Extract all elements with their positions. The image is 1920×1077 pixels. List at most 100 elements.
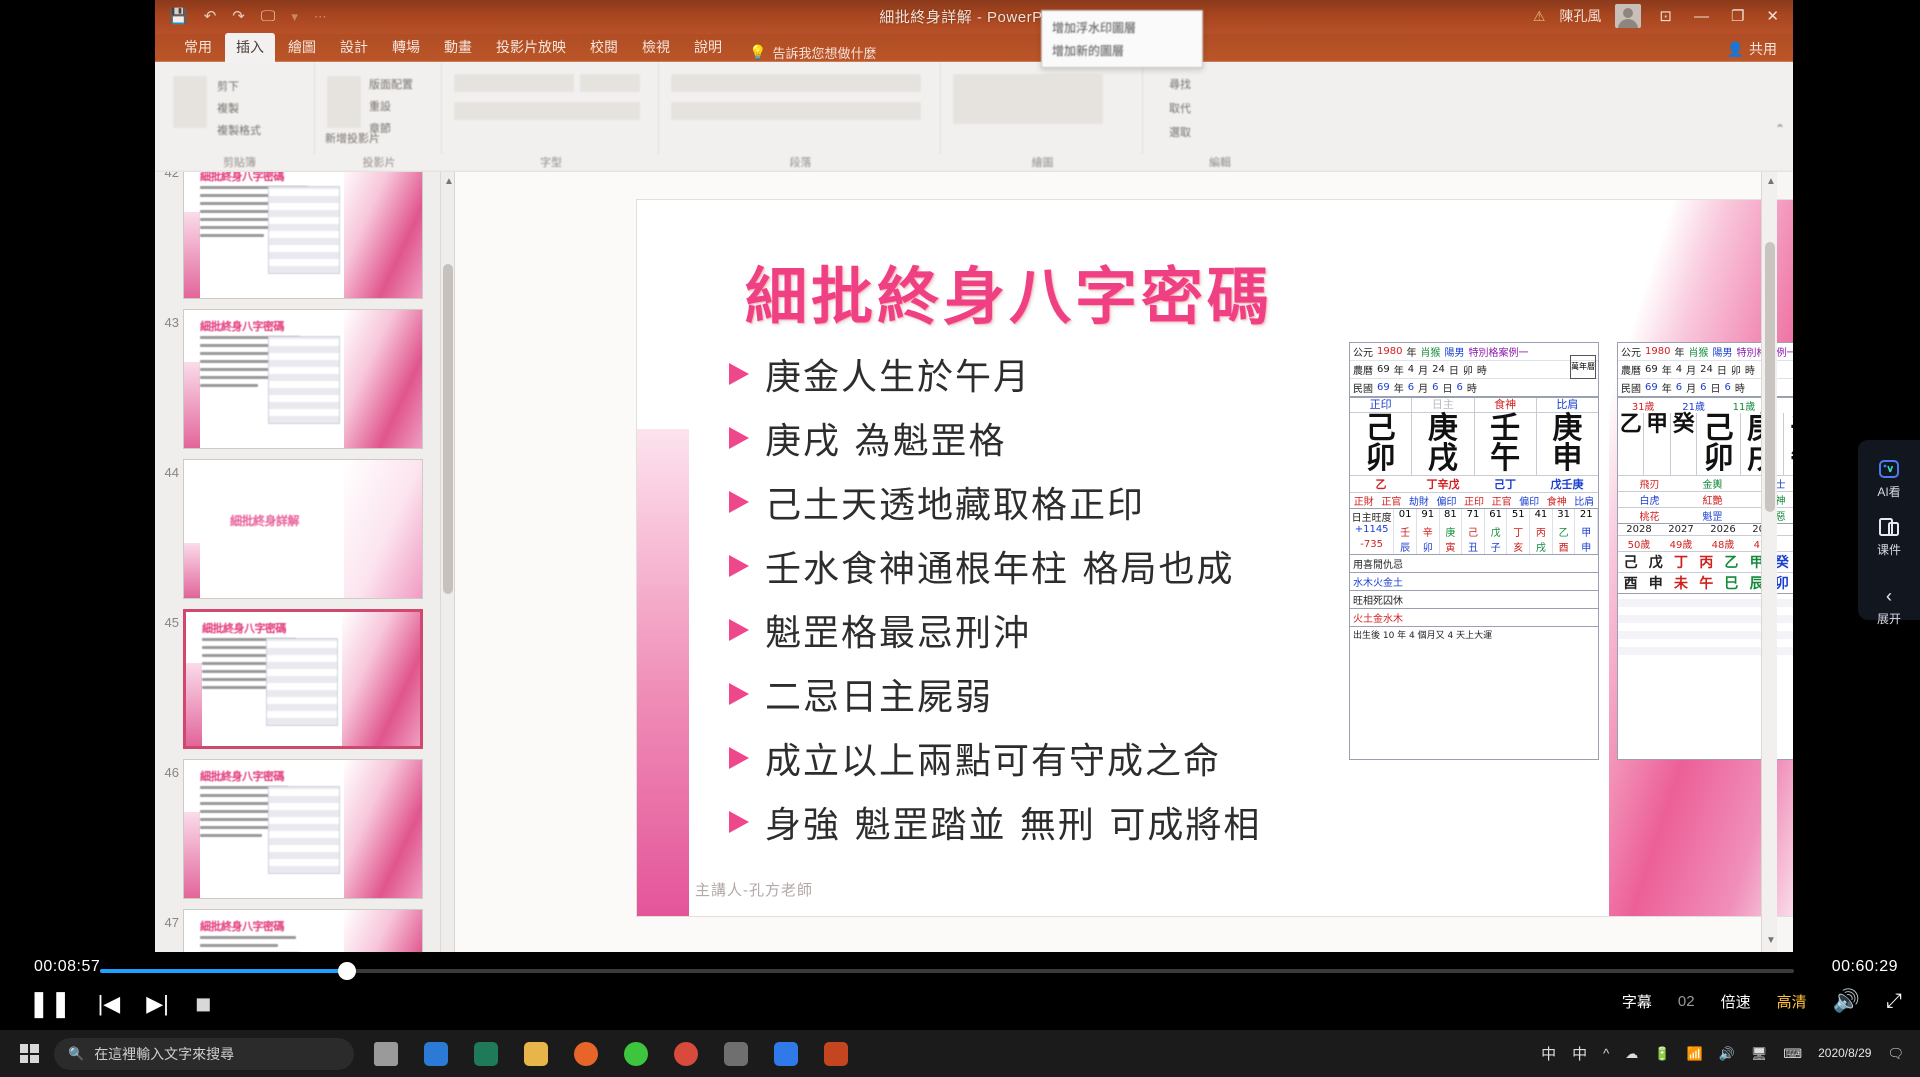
thumbnail-item-46[interactable]: 46 細批終身八字密碼 <box>155 754 454 904</box>
thumbnail-canvas[interactable]: 細批終身八字密碼 <box>183 759 423 899</box>
stop-button[interactable]: ◼ <box>195 991 212 1016</box>
tell-me-box[interactable]: 💡 告訴我您想做什麼 <box>749 43 876 62</box>
battery-icon[interactable]: 🔋 <box>1654 1046 1670 1062</box>
display-icon[interactable]: 🖥 <box>1751 1046 1768 1062</box>
ai-view-button[interactable]: AI看 <box>1877 452 1901 506</box>
ribbon-tab-1[interactable]: 插入 <box>225 33 275 62</box>
taskbar-app-chrome[interactable] <box>662 1033 710 1074</box>
ribbon-item-copy[interactable]: 複製 <box>217 100 239 116</box>
speed-button[interactable]: 倍速 <box>1721 991 1751 1012</box>
thumb-scroll-thumb[interactable] <box>443 264 453 594</box>
slide-thumbnail-pane[interactable]: 42 細批終身八字密碼 43 細批終身八字密碼 44 細批終身詳解 45 細批終… <box>155 172 455 968</box>
ribbon-tab-2[interactable]: 繪圖 <box>277 33 327 62</box>
notification-center-icon[interactable]: 🗨 <box>1887 1046 1904 1062</box>
ribbon-group-clipboard[interactable]: 剪下 複製 複製格式 剪貼簿 <box>165 62 315 169</box>
thumbnail-item-45[interactable]: 45 細批終身八字密碼 <box>155 604 454 754</box>
collapse-ribbon-icon[interactable]: ⌃ <box>1775 122 1785 136</box>
user-name[interactable]: 陳孔風 <box>1559 6 1601 26</box>
ribbon-item-format-painter[interactable]: 複製格式 <box>217 122 261 138</box>
share-button[interactable]: 👤 共用 <box>1727 39 1777 59</box>
restore-button[interactable]: ❐ <box>1727 7 1748 25</box>
ribbon-group-drawing[interactable]: 繪圖 <box>943 62 1143 169</box>
ribbon-tab-0[interactable]: 常用 <box>173 33 223 62</box>
taskbar-app-file-explorer[interactable] <box>512 1033 560 1074</box>
thumbnail-canvas[interactable]: 細批終身詳解 <box>183 459 423 599</box>
thumbnail-canvas[interactable]: 細批終身八字密碼 <box>183 309 423 449</box>
ai-sidebar[interactable]: AI看 课件 ‹ 展开 <box>1858 440 1920 626</box>
tray-overflow-icon[interactable]: ^ <box>1603 1046 1609 1061</box>
thumbnail-canvas[interactable]: 細批終身八字密碼 <box>183 172 423 299</box>
ribbon-item-reset[interactable]: 重設 <box>369 98 391 114</box>
windows-taskbar[interactable]: 🔍 在這裡輸入文字來搜尋 中 中 ^ ☁ 🔋 📶 🔊 🖥 ⌨ 2020/8/29… <box>0 1030 1920 1077</box>
stage-scroll-thumb[interactable] <box>1765 242 1775 512</box>
taskbar-app-powerpoint[interactable] <box>812 1033 860 1074</box>
ribbon-tab-4[interactable]: 轉場 <box>381 33 431 62</box>
taskbar-app-store[interactable] <box>462 1033 510 1074</box>
bazi-chart-1[interactable]: 公元 1980 年 肖猴 陽男 特別格案例一 農曆 69 年 4 月 24 日 … <box>1349 342 1599 760</box>
playback-controls[interactable]: ❚❚ |◀ ▶| ◼ <box>28 988 211 1019</box>
minimize-button[interactable]: — <box>1690 8 1713 25</box>
slide-scrollbar[interactable]: ▲ ▼ <box>1761 172 1777 968</box>
taskbar-clock-date[interactable]: 2020/8/29 <box>1818 1046 1871 1061</box>
taskbar-app-acrobat[interactable] <box>712 1033 760 1074</box>
ribbon-tab-bar[interactable]: 常用 插入 繪圖 設計 轉場 動畫 投影片放映 校閱 檢視 說明 💡 告訴我您想… <box>155 33 1793 62</box>
thumbnail-item-44[interactable]: 44 細批終身詳解 <box>155 454 454 604</box>
player-right-controls[interactable]: 字幕 02 倍速 高清 🔊 ⤢ <box>1622 988 1902 1014</box>
stage-scroll-down-icon[interactable]: ▼ <box>1766 935 1776 946</box>
layer-popup-menu[interactable]: 增加浮水印圖層 增加新的圖層 <box>1041 10 1203 68</box>
popup-line-1[interactable]: 增加浮水印圖層 <box>1052 17 1192 40</box>
taskbar-app-firefox[interactable] <box>562 1033 610 1074</box>
ribbon-tab-3[interactable]: 設計 <box>329 33 379 62</box>
keyboard-icon[interactable]: ⌨ <box>1783 1046 1802 1062</box>
calendar-badge[interactable]: 萬年曆 <box>1570 355 1596 379</box>
ribbon-item-select[interactable]: 選取 <box>1169 124 1191 140</box>
thumbnail-item-42[interactable]: 42 細批終身八字密碼 <box>155 172 454 304</box>
ribbon-group-slides[interactable]: 新增投影片 版面配置 重設 章節 投影片 <box>317 62 442 169</box>
start-button[interactable] <box>6 1030 52 1077</box>
expand-sidebar-button[interactable]: ‹ 展开 <box>1877 580 1901 633</box>
popup-line-2[interactable]: 增加新的圖層 <box>1052 40 1192 63</box>
slide-bullet-list[interactable]: 庚金人生於午月 庚戌 為魁罡格 己土天透地藏取格正印 壬水食神通根年柱 格局也成… <box>729 348 1261 860</box>
thumbnail-scrollbar[interactable]: ▲ ▼ <box>440 172 454 968</box>
ribbon-tab-7[interactable]: 校閱 <box>579 33 629 62</box>
current-slide[interactable]: 細批終身八字密碼 庚金人生於午月 庚戌 為魁罡格 己土天透地藏取格正印 壬水食神… <box>637 200 1793 916</box>
ribbon-group-font[interactable]: 字型 <box>444 62 659 169</box>
progress-handle[interactable] <box>338 962 357 980</box>
slide-title[interactable]: 細批終身八字密碼 <box>745 246 1273 336</box>
progress-track[interactable] <box>100 962 1794 980</box>
ribbon-item-section[interactable]: 章節 <box>369 120 391 136</box>
taskbar-app-wechat[interactable] <box>612 1033 660 1074</box>
taskbar-app-list[interactable] <box>362 1033 860 1074</box>
quality-button[interactable]: 高清 <box>1777 991 1807 1012</box>
ribbon-group-paragraph[interactable]: 段落 <box>661 62 941 169</box>
video-player-controls[interactable]: 00:08:57 00:60:29 ❚❚ |◀ ▶| ◼ 字幕 02 倍速 高清… <box>0 952 1920 1030</box>
courseware-button[interactable]: 课件 <box>1877 510 1901 564</box>
ribbon-group-editing[interactable]: 尋找 取代 選取 編輯 <box>1145 62 1295 169</box>
ime-indicator[interactable]: 中 <box>1541 1043 1556 1064</box>
volume-tray-icon[interactable]: 🔊 <box>1719 1046 1735 1062</box>
pause-button[interactable]: ❚❚ <box>28 988 72 1019</box>
thumbnail-canvas-selected[interactable]: 細批終身八字密碼 <box>183 609 423 749</box>
fullscreen-icon[interactable]: ⤢ <box>1886 990 1902 1013</box>
ribbon-item-cut[interactable]: 剪下 <box>217 78 239 94</box>
system-tray[interactable]: 中 中 ^ ☁ 🔋 📶 🔊 🖥 ⌨ 2020/8/29 🗨 <box>1541 1043 1914 1064</box>
network-icon[interactable]: 📶 <box>1686 1046 1702 1062</box>
ribbon-item-find[interactable]: 尋找 <box>1169 76 1191 92</box>
ribbon-body[interactable]: 剪下 複製 複製格式 剪貼簿 新增投影片 版面配置 重設 章節 投影片 字型 段… <box>155 62 1793 172</box>
ribbon-tab-8[interactable]: 檢視 <box>631 33 681 62</box>
volume-icon[interactable]: 🔊 <box>1833 988 1860 1014</box>
taskbar-app-mail[interactable] <box>412 1033 460 1074</box>
cloud-icon[interactable]: ☁ <box>1625 1046 1638 1062</box>
ribbon-item-layout[interactable]: 版面配置 <box>369 76 413 92</box>
ime-mode-indicator[interactable]: 中 <box>1572 1043 1587 1064</box>
next-button[interactable]: ▶| <box>146 991 169 1017</box>
taskbar-search-box[interactable]: 🔍 在這裡輸入文字來搜尋 <box>54 1037 354 1070</box>
ribbon-display-options-icon[interactable]: ⊡ <box>1655 7 1676 25</box>
subtitles-button[interactable]: 字幕 <box>1622 991 1652 1012</box>
ribbon-tab-5[interactable]: 動畫 <box>433 33 483 62</box>
ribbon-tab-9[interactable]: 說明 <box>683 33 733 62</box>
previous-button[interactable]: |◀ <box>98 991 121 1017</box>
thumbnail-item-43[interactable]: 43 細批終身八字密碼 <box>155 304 454 454</box>
thumb-scroll-up-icon[interactable]: ▲ <box>444 176 454 187</box>
taskbar-app-task-view[interactable] <box>362 1033 410 1074</box>
